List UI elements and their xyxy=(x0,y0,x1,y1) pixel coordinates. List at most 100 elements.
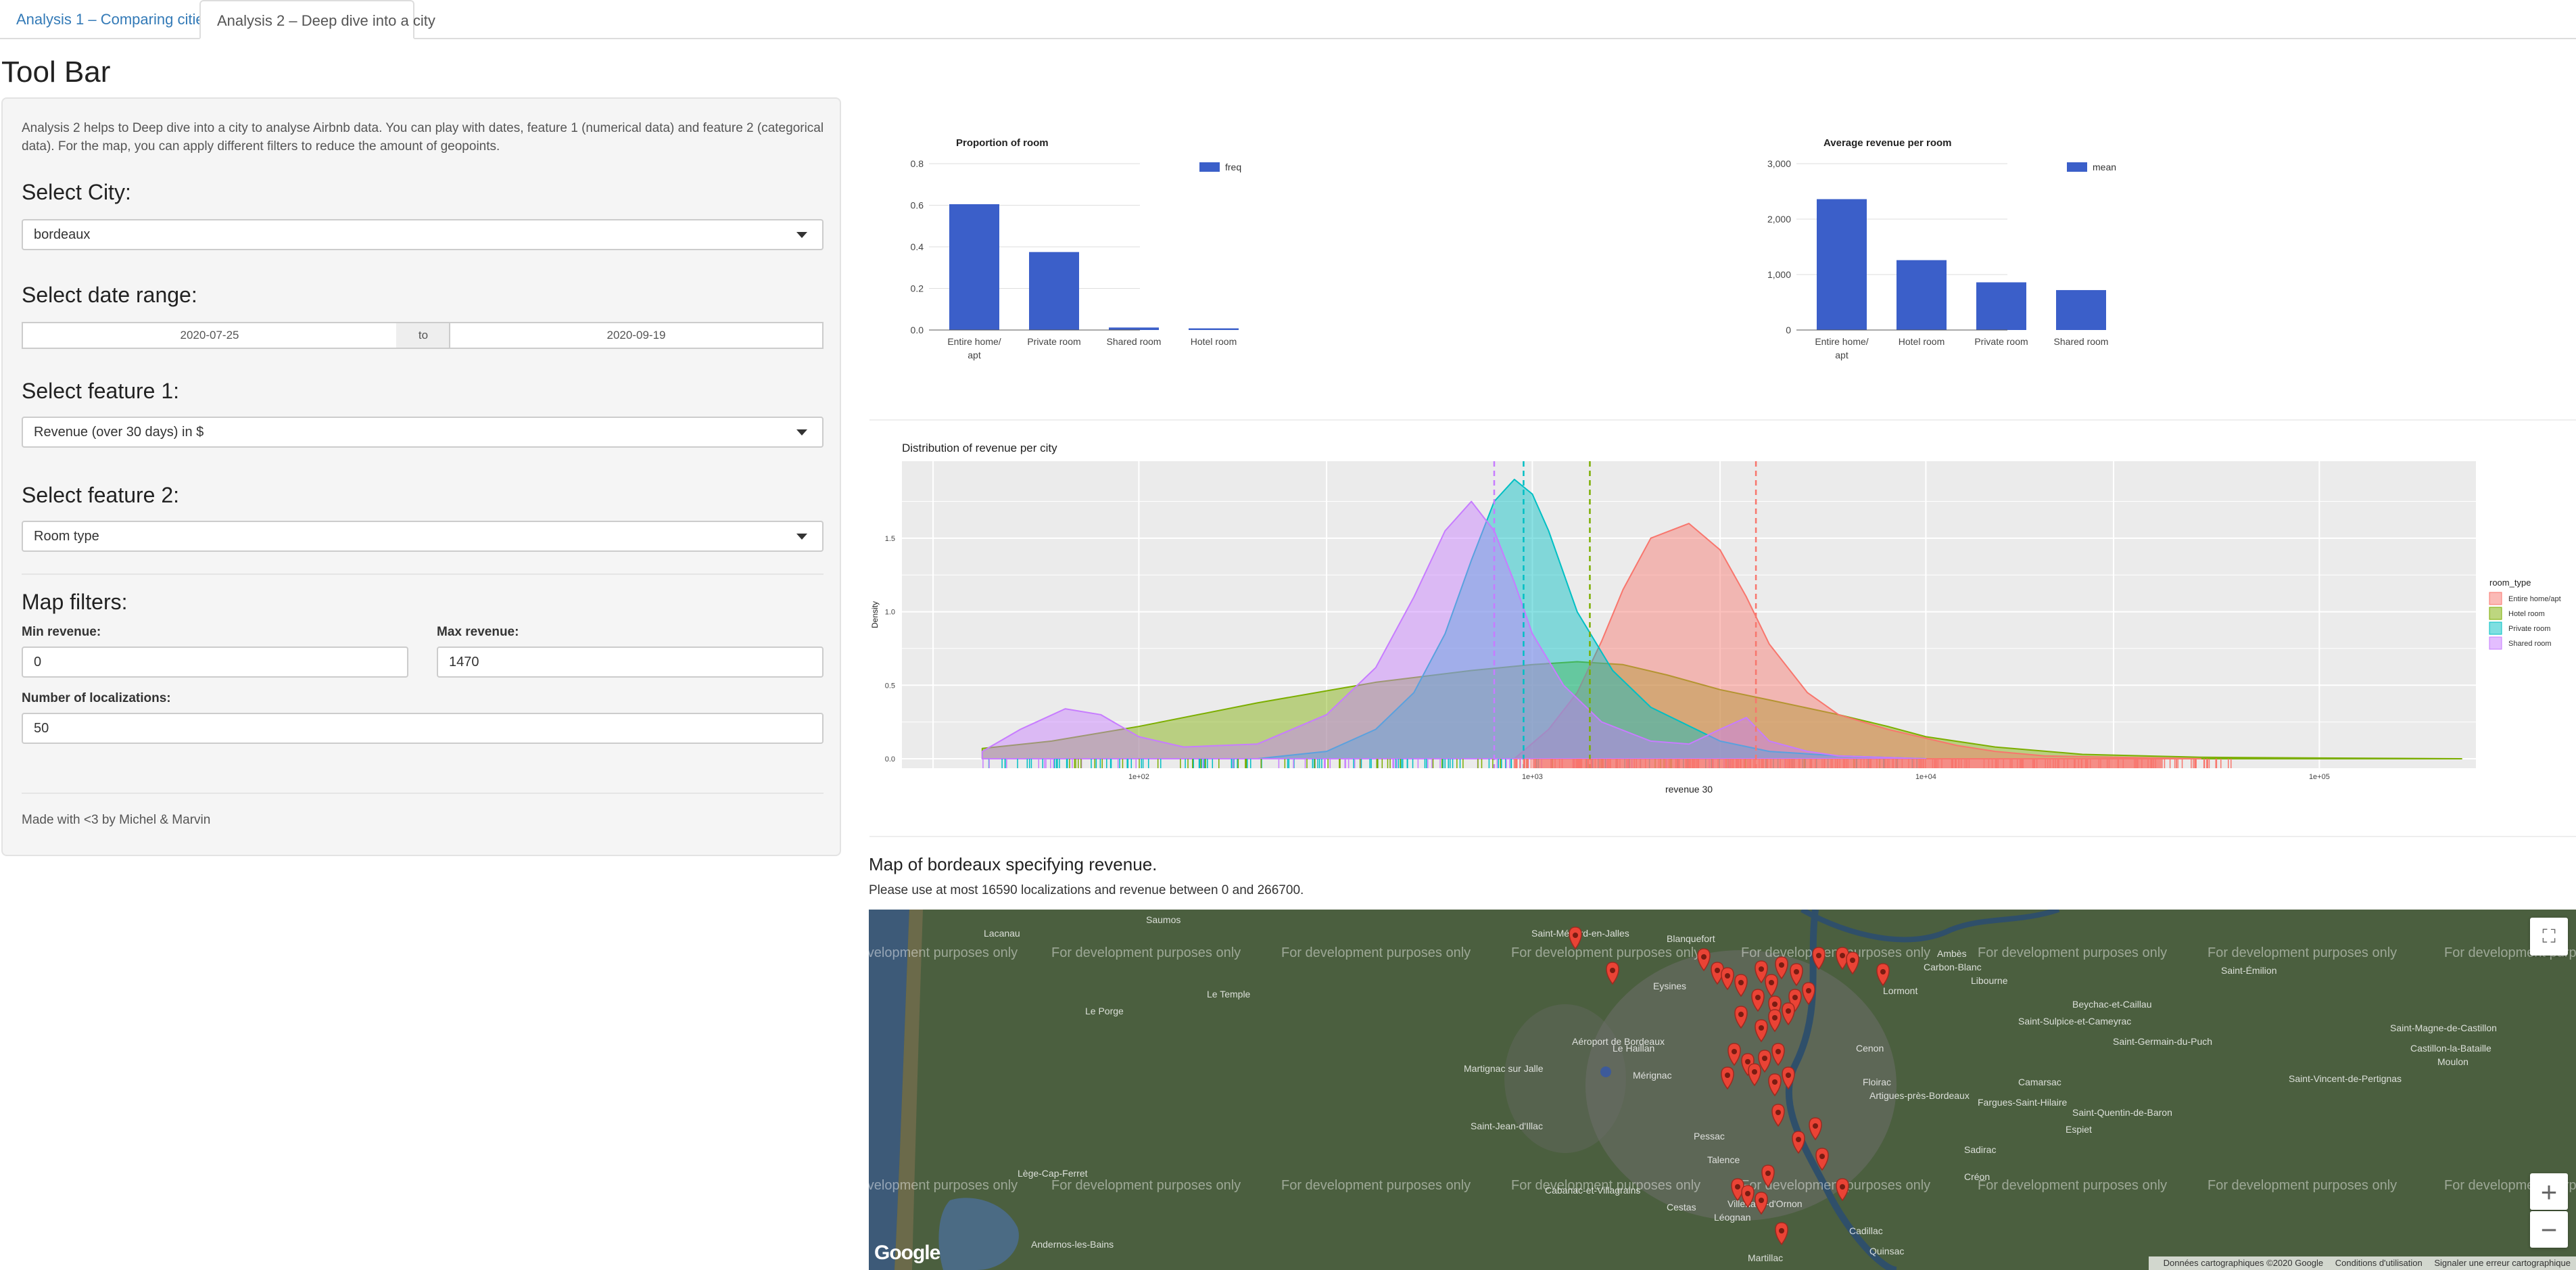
fullscreen-icon: ⛶ xyxy=(2542,926,2556,947)
map-marker-dot xyxy=(1792,995,1798,1000)
map-marker-dot xyxy=(1813,1123,1818,1129)
map-title: Map of bordeaux specifying revenue. xyxy=(869,854,1158,874)
map-marker-dot xyxy=(1772,1002,1778,1007)
map-marker-dot xyxy=(1779,1228,1784,1233)
map-marker-dot xyxy=(1759,966,1764,972)
feature1-label: Select feature 1: xyxy=(22,379,180,403)
tab-analysis-2[interactable]: Analysis 2 – Deep dive into a city xyxy=(199,0,435,39)
max-revenue-input[interactable]: 1470 xyxy=(437,646,824,678)
terms-link[interactable]: Conditions d'utilisation xyxy=(2335,1258,2423,1268)
map-watermark: For development purposes only xyxy=(869,945,1018,960)
map-place-label: Moulon xyxy=(2437,1056,2468,1067)
tab-bar: Analysis 1 – Comparing cities Analysis 2… xyxy=(0,0,2576,39)
map-watermark: For development purposes only xyxy=(2208,945,2397,960)
map-watermark: For development purposes only xyxy=(1281,945,1471,960)
x-tick-label: Private room xyxy=(1027,336,1080,347)
map-marker-dot xyxy=(1762,1056,1767,1061)
map-watermark: For development purposes only xyxy=(1978,1178,2167,1193)
legend-swatch xyxy=(2067,162,2087,172)
bar xyxy=(1976,282,2026,330)
map-marker-dot xyxy=(1732,1049,1737,1054)
legend-swatch xyxy=(2489,607,2502,620)
map-place-label: Libourne xyxy=(1971,975,2008,986)
y-tick-label: 0.0 xyxy=(885,755,895,763)
map-marker-dot xyxy=(1769,980,1774,985)
date-end-input[interactable]: 2020-09-19 xyxy=(449,322,824,349)
map-place-label: Aéroport de Bordeaux xyxy=(1572,1036,1665,1047)
y-axis-title: Density xyxy=(870,601,880,628)
num-localizations-input[interactable]: 50 xyxy=(22,713,824,744)
bar-chart-title: Average revenue per room xyxy=(1823,137,1952,149)
map-place-label: Beychac-et-Caillau xyxy=(2072,999,2152,1010)
map-place-label: Créon xyxy=(1964,1171,1990,1182)
map-marker-dot xyxy=(1850,958,1855,963)
map-place-label: Saint-Vincent-de-Pertignas xyxy=(2289,1073,2402,1084)
num-localizations-label: Number of localizations: xyxy=(22,691,171,705)
map-place-label: Saint-Sulpice-et-Cameyrac xyxy=(2018,1016,2131,1027)
y-tick-label: 0.2 xyxy=(911,283,924,294)
rug-dense-band xyxy=(1532,759,2163,768)
legend-label: Entire home/apt xyxy=(2508,595,2561,603)
fullscreen-button[interactable]: ⛶ xyxy=(2530,918,2568,956)
map-place-label: Lacanau xyxy=(984,928,1020,939)
x-tick-label: 1e+02 xyxy=(1128,773,1149,781)
min-revenue-input[interactable]: 0 xyxy=(22,646,408,678)
zoom-out-button[interactable]: − xyxy=(2530,1211,2568,1248)
map-place-label: Cabanac-et-Villagrains xyxy=(1545,1185,1640,1196)
y-tick-label: 1.0 xyxy=(885,609,895,617)
feature2-select-value: Room type xyxy=(34,529,99,544)
map-marker-dot xyxy=(1725,973,1730,979)
legend-label: Private room xyxy=(2508,625,2550,633)
map-marker-dot xyxy=(1796,1137,1801,1142)
map-watermark: For development purposes only xyxy=(1051,945,1241,960)
map-marker-dot xyxy=(1786,1008,1791,1014)
map-marker-dot xyxy=(1759,1198,1764,1203)
map-marker-dot xyxy=(1755,995,1761,1000)
tab-analysis-1[interactable]: Analysis 1 – Comparing cities xyxy=(0,0,212,39)
divider xyxy=(22,793,824,794)
map-canvas[interactable]: For development purposes only For develop… xyxy=(869,910,2576,1270)
report-error-link[interactable]: Signaler une erreur cartographique xyxy=(2434,1258,2571,1268)
map-place-label: Eysines xyxy=(1653,981,1686,991)
google-logo[interactable]: Google xyxy=(874,1242,940,1265)
x-tick-label: Hotel room xyxy=(1191,336,1237,347)
date-start-input[interactable]: 2020-07-25 xyxy=(22,322,398,349)
map-marker-dot xyxy=(1779,962,1784,968)
legend-label: freq xyxy=(1225,162,1241,172)
map-marker-dot xyxy=(1786,1073,1791,1078)
zoom-in-button[interactable]: + xyxy=(2530,1173,2568,1210)
x-tick-label: apt xyxy=(1835,350,1848,360)
map-marker-dot xyxy=(1752,1069,1757,1075)
feature1-select-value: Revenue (over 30 days) in $ xyxy=(34,425,204,440)
map-view[interactable]: For development purposes only For develop… xyxy=(869,910,2576,1270)
feature1-select[interactable]: Revenue (over 30 days) in $ xyxy=(22,417,824,448)
bar xyxy=(2056,289,2106,330)
map-place-label: Saint-Germain-du-Puch xyxy=(2113,1036,2212,1047)
map-marker-dot xyxy=(1819,1154,1825,1159)
map-place-label: Espiet xyxy=(2066,1124,2092,1135)
map-watermark: For development purposes only xyxy=(1051,1178,1241,1193)
map-marker-dot xyxy=(1794,969,1799,974)
x-tick-label: Shared room xyxy=(1107,336,1162,347)
map-marker-dot xyxy=(1738,1012,1744,1017)
x-tick-label: 1e+05 xyxy=(2309,773,2330,781)
bar xyxy=(1029,252,1079,330)
map-place-label: Saumos xyxy=(1146,914,1180,925)
map-marker-dot xyxy=(1772,1079,1778,1085)
legend-label: mean xyxy=(2093,162,2116,172)
legend-label: Hotel room xyxy=(2508,610,2545,618)
feature2-select[interactable]: Room type xyxy=(22,521,824,552)
map-watermark: For development purposes only xyxy=(869,1178,1018,1193)
map-place-label: Cenon xyxy=(1856,1043,1884,1054)
map-place-label: Cadillac xyxy=(1849,1225,1883,1236)
map-marker-dot xyxy=(1816,953,1821,958)
density-chart-title: Distribution of revenue per city xyxy=(902,442,1057,454)
bar xyxy=(1817,199,1867,330)
y-tick-label: 3,000 xyxy=(1767,158,1791,169)
city-select-value: bordeaux xyxy=(34,227,91,242)
map-marker-dot xyxy=(1775,1049,1781,1054)
x-tick-label: Entire home/ xyxy=(1815,336,1868,347)
map-marker-dot xyxy=(1715,968,1720,973)
legend-title: room_type xyxy=(2489,578,2531,588)
city-select[interactable]: bordeaux xyxy=(22,219,824,250)
